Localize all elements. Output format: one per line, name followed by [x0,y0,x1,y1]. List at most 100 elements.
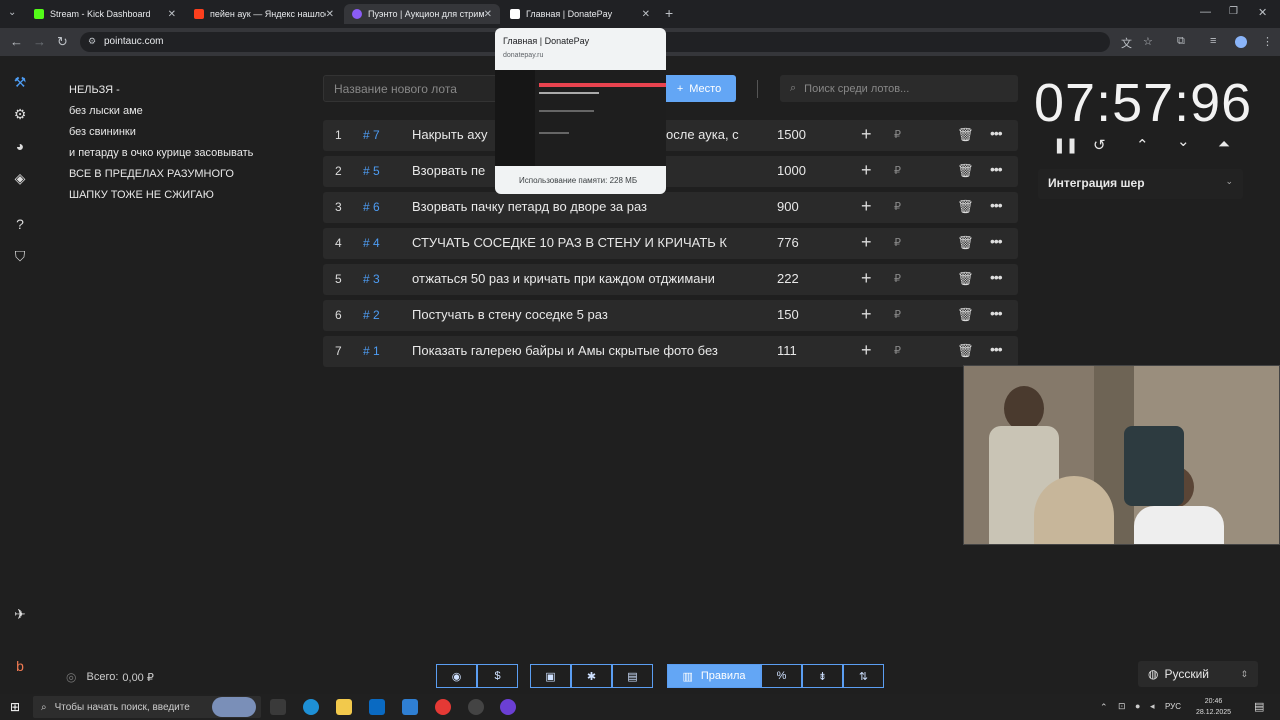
window-close-button[interactable]: ✕ [1258,6,1267,19]
chevron-up-icon[interactable]: ⌃ [1136,136,1149,154]
trash-icon[interactable]: 🗑 [957,343,974,359]
boosty-icon[interactable]: b [10,656,30,676]
lot-amount[interactable]: 111 [777,343,797,358]
integration-dropdown[interactable]: Интеграция шер ⌄ [1038,169,1243,199]
auction-hammer-icon[interactable]: ⚒ [10,72,30,92]
media-icon[interactable]: ≡ [1210,35,1216,47]
extensions-icon[interactable]: ⧉ [1177,35,1185,48]
hide-eye-icon[interactable]: ◎ [66,670,76,684]
trash-icon[interactable]: 🗑 [957,199,974,215]
lot-row[interactable]: 7 # 1 Показать галерею байры и Амы скрыт… [323,336,1018,367]
reload-icon[interactable]: ↻ [57,34,68,50]
new-tab-button[interactable]: + [665,5,673,21]
lot-search-input[interactable]: ⌕ Поиск среди лотов... [780,75,1018,102]
lot-amount[interactable]: 776 [777,235,799,250]
lot-row[interactable]: 5 # 3 отжаться 50 раз и кричать при кажд… [323,264,1018,295]
clear-list-icon[interactable]: ▤ [612,664,653,688]
store-icon[interactable] [369,699,385,715]
more-options-icon[interactable]: ••• [990,341,1003,357]
bug-icon[interactable]: ✱ [571,664,612,688]
edge-icon[interactable] [303,699,319,715]
bookmark-star-icon[interactable]: ☆ [1143,35,1153,48]
tab-pointauc[interactable]: Пуэнто | Аукцион для стримеров ✕ [344,4,500,24]
lot-row[interactable]: 2 # 5 Взорвать пе 1000 + ₽ 🗑 ••• [323,156,1018,187]
github-icon[interactable]: ◉ [436,664,477,688]
trash-icon[interactable]: 🗑 [957,163,974,179]
add-amount-icon[interactable]: + [861,340,872,361]
lot-name[interactable]: Постучать в стену соседке 5 раз [412,307,745,322]
lot-tag[interactable]: # 5 [363,164,380,178]
lot-row[interactable]: 6 # 2 Постучать в стену соседке 5 раз 15… [323,300,1018,331]
more-options-icon[interactable]: ••• [990,197,1003,213]
lot-amount[interactable]: 900 [777,199,799,214]
tab-kick[interactable]: Stream - Kick Dashboard ✕ [26,4,184,24]
windows-start-icon[interactable]: ⊞ [10,700,20,714]
add-amount-icon[interactable]: + [861,124,872,145]
obs-icon[interactable] [468,699,484,715]
pause-icon[interactable]: ❚❚ [1053,136,1078,154]
lot-tag[interactable]: # 4 [363,236,380,250]
lot-tag[interactable]: # 1 [363,344,380,358]
app-icon[interactable] [500,699,516,715]
lot-tag[interactable]: # 7 [363,128,380,142]
network-icon[interactable]: ⊡ [1118,701,1126,712]
telegram-icon[interactable]: ✈ [10,604,30,624]
lot-name[interactable]: СТУЧАТЬ СОСЕДКЕ 10 РАЗ В СТЕНУ И КРИЧАТЬ… [412,235,745,250]
donate-dollar-icon[interactable]: $ [477,664,518,688]
site-info-icon[interactable]: ⚙ [88,36,96,47]
reset-icon[interactable]: ↺ [1093,136,1106,154]
lot-name[interactable]: отжаться 50 раз и кричать при каждом отд… [412,271,745,286]
more-options-icon[interactable]: ••• [990,125,1003,141]
add-place-button[interactable]: + Место [662,75,736,102]
more-options-icon[interactable]: ••• [990,305,1003,321]
add-amount-icon[interactable]: + [861,196,872,217]
double-chevron-up-icon[interactable]: ⏶ [1218,136,1230,153]
chevron-down-icon[interactable]: ⌄ [1177,132,1190,150]
lot-amount[interactable]: 150 [777,307,799,322]
lot-name[interactable]: Показать галерею байры и Амы скрытые фот… [412,343,745,358]
more-options-icon[interactable]: ••• [990,269,1003,285]
save-icon[interactable]: ▣ [530,664,571,688]
more-options-icon[interactable]: ••• [990,233,1003,249]
trash-icon[interactable]: 🗑 [957,127,974,143]
mail-icon[interactable] [402,699,418,715]
lot-amount[interactable]: 1000 [777,163,806,178]
translate-icon[interactable]: 文 [1121,35,1132,51]
chrome-icon[interactable] [435,699,451,715]
tab-yandex[interactable]: пейен аук — Яндекс нашлось ✕ [186,4,342,24]
close-icon[interactable]: ✕ [642,9,650,20]
microphone-icon[interactable]: ● [1135,701,1140,711]
url-text[interactable]: pointauc.com [104,36,163,47]
lot-row[interactable]: 1 # 7 Накрыть аху осле аука, с 1500 + ₽ … [323,120,1018,151]
trash-icon[interactable]: 🗑 [957,307,974,323]
task-view-icon[interactable] [270,699,286,715]
tray-chevron-icon[interactable]: ⌃ [1100,702,1108,713]
add-amount-icon[interactable]: + [861,268,872,289]
lot-tag[interactable]: # 6 [363,200,380,214]
compact-icon[interactable]: ⇟ [802,664,843,688]
lot-amount[interactable]: 1500 [777,127,806,142]
shield-icon[interactable]: ⛉ [10,246,30,266]
lot-tag[interactable]: # 3 [363,272,380,286]
maximize-button[interactable]: ❐ [1229,6,1238,17]
percent-button[interactable]: % [761,664,802,688]
lot-amount[interactable]: 222 [777,271,799,286]
add-amount-icon[interactable]: + [861,160,872,181]
close-icon[interactable]: ✕ [484,9,492,20]
settings-gear-icon[interactable]: ⚙ [10,104,30,124]
minimize-button[interactable]: — [1200,6,1211,18]
trash-icon[interactable]: 🗑 [957,271,974,287]
volume-icon[interactable]: ◂ [1150,701,1155,712]
wheel-icon[interactable]: ◕ [10,136,30,156]
tab-donatepay[interactable]: Главная | DonatePay ✕ [502,4,658,24]
close-icon[interactable]: ✕ [326,9,334,20]
more-options-icon[interactable]: ••• [990,161,1003,177]
lot-name[interactable]: Взорвать пачку петард во дворе за раз [412,199,745,214]
layers-icon[interactable]: ◈ [10,168,30,188]
lot-row[interactable]: 3 # 6 Взорвать пачку петард во дворе за … [323,192,1018,223]
widgets-icon[interactable] [212,697,256,717]
back-icon[interactable]: ← [10,34,23,49]
add-amount-icon[interactable]: + [861,304,872,325]
close-icon[interactable]: ✕ [168,9,176,20]
lot-tag[interactable]: # 2 [363,308,380,322]
